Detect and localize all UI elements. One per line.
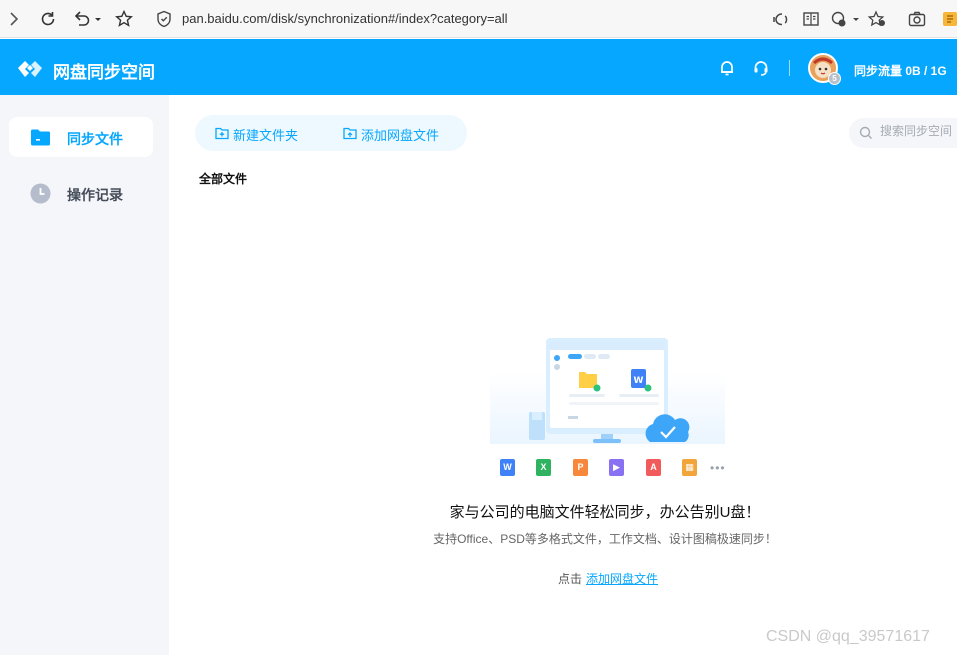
zip-icon: ▦ [682,459,697,476]
header-divider [789,60,790,76]
forward-icon[interactable] [4,9,24,29]
word-icon: W [500,459,515,476]
add-files-button[interactable]: 添加网盘文件 [343,124,463,143]
sidebar-item-sync-files[interactable]: 同步文件 [9,117,153,157]
search-input[interactable] [880,124,957,138]
breadcrumb[interactable]: 全部文件 [199,170,247,187]
read-aloud-icon[interactable] [771,9,791,29]
svg-text:W: W [634,376,644,386]
address-bar[interactable]: pan.baidu.com/disk/synchronization#/inde… [148,5,760,33]
clock-icon [30,183,51,204]
app-header: 网盘同步空间 5 同步流量 0B / 1G [0,39,957,95]
more-icon: ••• [710,461,726,475]
shield-icon[interactable] [154,9,174,29]
favorite-icon[interactable] [114,9,134,29]
screenshot-icon[interactable] [907,9,927,29]
video-icon: ▶ [609,459,624,476]
reader-mode-icon[interactable] [801,9,821,29]
empty-state-title: 家与公司的电脑文件轻松同步，办公告别U盘！ [449,504,761,521]
empty-state-subtitle: 支持Office、PSD等多格式文件，工作文档、设计图稿极速同步！ [433,532,777,546]
action-toolbar: 新建文件夹 添加网盘文件 [195,115,467,151]
logo-icon [16,56,44,80]
collections-icon[interactable] [940,9,957,29]
reload-icon[interactable] [38,9,58,29]
watermark: CSDN @qq_39571617 [766,628,930,645]
extension-icon[interactable] [829,9,861,29]
folder-icon [30,127,51,148]
ppt-icon: P [573,459,588,476]
vip-badge: 5 [828,72,841,85]
new-folder-icon [215,127,229,140]
sync-illustration: W [485,332,730,452]
favorites-icon[interactable] [867,9,887,29]
search-box[interactable] [849,118,957,148]
empty-state-action: 点击 添加网盘文件 [558,570,658,587]
cloud-add-icon [343,127,357,140]
excel-icon: X [536,459,551,476]
sidebar-item-operation-log[interactable]: 操作记录 [9,173,153,213]
headset-icon[interactable] [752,59,770,77]
new-folder-button[interactable]: 新建文件夹 [215,124,327,143]
action-prefix: 点击 [558,572,583,586]
app-title: 网盘同步空间 [53,63,155,82]
sidebar-item-label: 同步文件 [67,131,123,147]
pdf-icon: A [646,459,661,476]
search-icon [859,126,872,139]
bell-icon[interactable] [718,59,736,77]
sync-flow-text[interactable]: 同步流量 0B / 1G [854,62,947,79]
new-folder-label: 新建文件夹 [233,128,299,143]
browser-toolbar: pan.baidu.com/disk/synchronization#/inde… [0,0,957,38]
url-text: pan.baidu.com/disk/synchronization#/inde… [182,11,508,26]
add-files-link[interactable]: 添加网盘文件 [586,572,658,586]
sidebar: 同步文件 操作记录 [0,95,169,655]
sidebar-item-label: 操作记录 [67,187,123,203]
add-files-label: 添加网盘文件 [361,128,440,143]
undo-icon[interactable] [71,9,105,29]
